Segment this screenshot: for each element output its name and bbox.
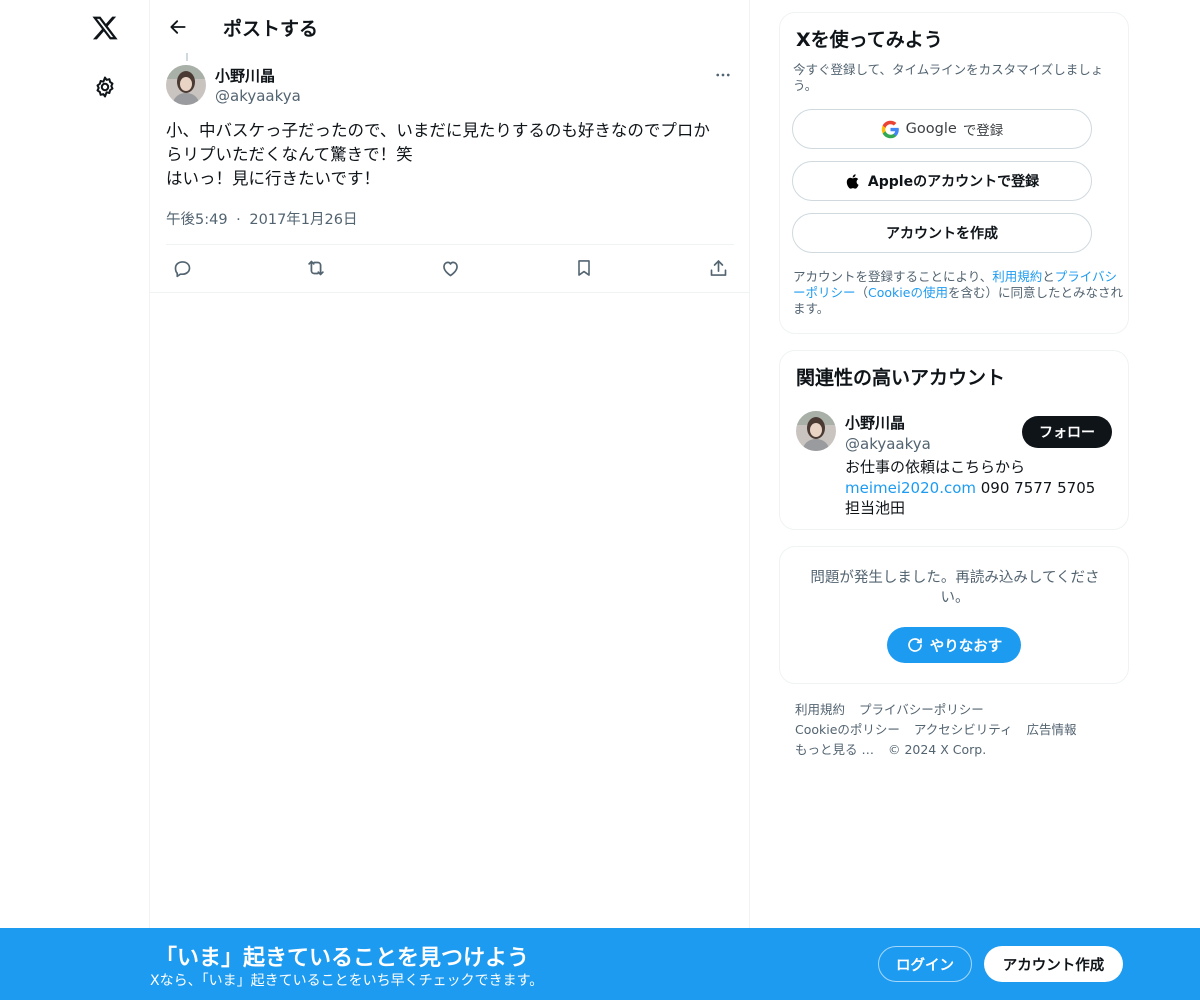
refresh-icon xyxy=(907,638,922,652)
arrow-left-icon xyxy=(170,20,186,34)
gear-icon[interactable] xyxy=(87,69,123,105)
google-button-brand: Google xyxy=(905,121,957,137)
signup-description: 今すぐ登録して、タイムラインをカスタマイズしましょう。 xyxy=(793,62,1104,93)
cookie-link[interactable]: Cookieの使用 xyxy=(868,285,948,300)
related-title: 関連性の高いアカウント xyxy=(796,367,1006,389)
main-column: ポストする 小野川晶 @akyaakya 小、中バスケっ子だったので、いまだに見… xyxy=(149,0,750,1000)
reply-icon[interactable] xyxy=(166,252,198,284)
retry-label: やりなおす xyxy=(929,638,1003,655)
related-accounts-card: 関連性の高いアカウント 小野川晶 @akyaakya フォロー お仕事の依頼はこ… xyxy=(779,350,1129,530)
footer-link-accessibility[interactable]: アクセシビリティ xyxy=(914,722,1013,737)
copyright: © 2024 X Corp. xyxy=(887,742,987,757)
footer-link-ads[interactable]: 広告情報 xyxy=(1027,722,1077,737)
error-card: 問題が発生しました。再読み込みしてください。 やりなおす xyxy=(779,546,1129,684)
share-icon[interactable] xyxy=(702,252,734,284)
google-signup-button[interactable]: Google で登録 xyxy=(792,109,1092,149)
footer-link-privacy[interactable]: プライバシーポリシー xyxy=(859,702,984,717)
signup-title: Xを使ってみよう xyxy=(796,29,943,51)
signup-card: Xを使ってみよう 今すぐ登録して、タイムラインをカスタマイズしましょう。 Goo… xyxy=(779,12,1129,334)
related-account-name[interactable]: 小野川晶 xyxy=(845,412,905,433)
google-icon xyxy=(881,120,899,138)
page-title: ポストする xyxy=(223,18,319,40)
footer-link-cookie[interactable]: Cookieのポリシー xyxy=(795,722,900,737)
top-bar: ポストする xyxy=(150,0,750,53)
divider xyxy=(150,292,750,293)
terms-link[interactable]: 利用規約 xyxy=(992,269,1042,284)
footer-links: 利用規約 プライバシーポリシー Cookieのポリシー アクセシビリティ 広告情… xyxy=(795,700,1125,760)
legal-notice: アカウントを登録することにより、利用規約とプライバシーポリシー（Cookieの使… xyxy=(793,269,1123,317)
error-message: 問題が発生しました。再読み込みしてください。 xyxy=(810,570,1100,606)
avatar[interactable] xyxy=(796,411,836,451)
like-icon[interactable] xyxy=(434,252,466,284)
post-time[interactable]: 午後5:49 xyxy=(166,208,228,229)
follow-button[interactable]: フォロー xyxy=(1022,416,1112,448)
bio-line: お仕事の依頼はこちらから xyxy=(845,458,1026,476)
google-button-label: で登録 xyxy=(962,123,1004,139)
author-name[interactable]: 小野川晶 xyxy=(215,65,275,86)
post-text-line: らリプいただくなんて驚きで！笑 xyxy=(166,145,413,164)
create-account-button[interactable]: アカウントを作成 xyxy=(792,213,1092,253)
footer-link-more[interactable]: もっと見る … xyxy=(795,742,874,757)
related-account-bio: お仕事の依頼はこちらから meimei2020.com 090 7577 570… xyxy=(845,457,1115,519)
signup-button[interactable]: アカウント作成 xyxy=(984,946,1123,982)
author-handle[interactable]: @akyaakya xyxy=(215,87,301,105)
legal-text: アカウントを登録することにより、 xyxy=(793,269,993,284)
legal-text: （ xyxy=(855,285,869,300)
post-actions xyxy=(166,252,736,284)
post-timestamp[interactable]: 午後5:49 · 2017年1月26日 xyxy=(166,208,357,229)
post-date[interactable]: 2017年1月26日 xyxy=(249,208,357,229)
separator: · xyxy=(236,212,241,228)
retry-button[interactable]: やりなおす xyxy=(887,627,1021,663)
more-dots-icon[interactable] xyxy=(710,62,736,88)
bookmark-icon[interactable] xyxy=(568,252,600,284)
back-button[interactable] xyxy=(161,10,195,44)
thread-line xyxy=(186,53,188,61)
footer-link-terms[interactable]: 利用規約 xyxy=(795,702,845,717)
divider xyxy=(166,244,734,245)
post-text-line: 小、中バスケっ子だったので、いまだに見たりするのも好きなのでプロか xyxy=(166,121,710,140)
post-text: 小、中バスケっ子だったので、いまだに見たりするのも好きなのでプロか らリプいただ… xyxy=(166,119,738,191)
left-nav xyxy=(0,0,150,1000)
x-logo-icon[interactable] xyxy=(87,10,123,46)
bottom-bar-subtitle: Xなら、「いま」起きていることをいち早くチェックできます。 xyxy=(150,973,544,989)
apple-signup-button[interactable]: Appleのアカウントで登録 xyxy=(792,161,1092,201)
related-account-handle[interactable]: @akyaakya xyxy=(845,435,931,453)
bio-link[interactable]: meimei2020.com xyxy=(845,479,976,497)
bottom-bar-title: 「いま」起きていることを見つけよう xyxy=(155,946,530,971)
legal-text: と xyxy=(1042,269,1055,284)
login-button[interactable]: ログイン xyxy=(878,946,972,982)
bottom-signup-bar: 「いま」起きていることを見つけよう Xなら、「いま」起きていることをいち早くチェ… xyxy=(0,928,1200,1000)
create-account-label: アカウントを作成 xyxy=(886,226,998,242)
apple-icon xyxy=(846,173,859,189)
repost-icon[interactable] xyxy=(300,252,332,284)
avatar[interactable] xyxy=(166,65,206,105)
apple-button-label: Appleのアカウントで登録 xyxy=(867,174,1040,190)
post-text-line: はいっ！見に行きたいです！ xyxy=(166,169,381,188)
